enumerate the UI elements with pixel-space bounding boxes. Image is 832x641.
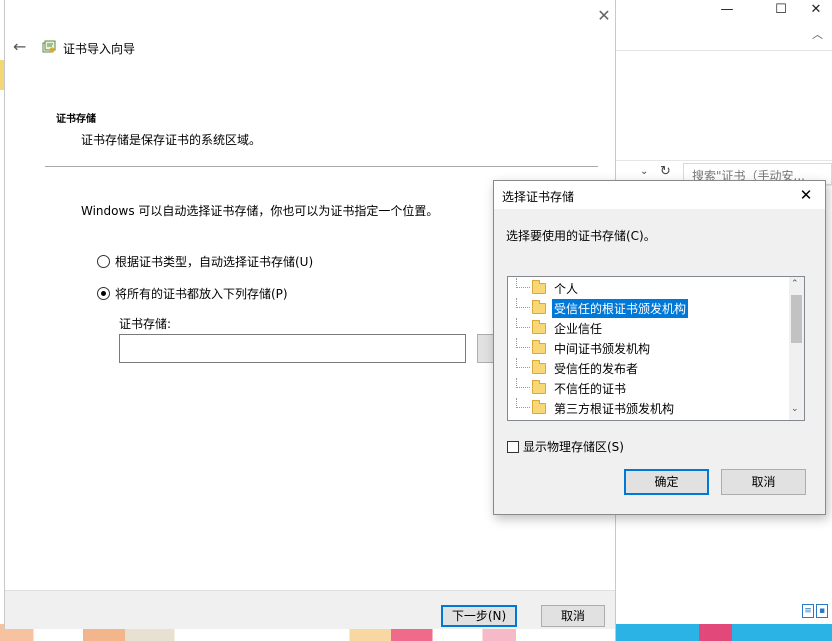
bg-view-toggle: ≡ ▪ xyxy=(802,604,832,624)
tree-item[interactable]: 第三方根证书颁发机构 xyxy=(516,398,676,418)
dialog-close-button[interactable]: ✕ xyxy=(794,185,818,205)
header-divider xyxy=(45,166,598,167)
bg-minimize-button[interactable]: — xyxy=(704,0,750,18)
details-view-icon[interactable]: ≡ xyxy=(802,604,814,618)
next-button[interactable]: 下一步(N) xyxy=(441,605,517,627)
bg-close-button[interactable]: ✕ xyxy=(800,0,832,18)
folder-icon xyxy=(532,339,546,354)
radio-auto-select[interactable]: 根据证书类型，自动选择证书存储(U) xyxy=(97,253,313,270)
tree-connector xyxy=(516,398,530,408)
ok-button[interactable]: 确定 xyxy=(624,469,709,495)
dialog-titlebar: 选择证书存储 ✕ xyxy=(494,181,825,209)
tree-item[interactable]: 个人 xyxy=(516,278,580,298)
radio-manual-indicator[interactable] xyxy=(97,287,110,300)
wizard-close-button[interactable]: ✕ xyxy=(593,6,615,26)
select-store-dialog: 选择证书存储 ✕ 选择要使用的证书存储(C)。 个人 受信任的根证书颁发机构企业信… xyxy=(493,180,826,515)
dialog-title: 选择证书存储 xyxy=(502,190,575,204)
tree-item[interactable]: 受信任的根证书颁发机构 xyxy=(516,297,690,319)
intro-text: Windows 可以自动选择证书存储，你也可以为证书指定一个位置。 xyxy=(81,204,439,218)
tree-item-label: 个人 xyxy=(554,281,579,296)
folder-icon xyxy=(532,399,546,414)
scroll-down-icon[interactable]: ⌄ xyxy=(791,404,799,414)
tree-scrollbar[interactable]: ⌃ ⌄ xyxy=(789,277,804,420)
tree-item-label: 受信任的发布者 xyxy=(554,361,639,376)
tree-item[interactable]: 受信任的发布者 xyxy=(516,358,640,378)
tree-item-label: 第三方根证书颁发机构 xyxy=(554,401,675,416)
folder-icon xyxy=(532,299,546,314)
show-physical-label: 显示物理存储区(S) xyxy=(523,440,624,454)
scroll-thumb[interactable] xyxy=(791,295,802,343)
bg-ribbon-expand-icon[interactable]: ︿ xyxy=(812,26,823,42)
tree-item-label: 受信任的根证书颁发机构 xyxy=(550,297,690,319)
radio-manual-label: 将所有的证书都放入下列存储(P) xyxy=(115,287,288,301)
tree-connector xyxy=(516,338,530,348)
tree-connector xyxy=(516,318,530,328)
store-tree[interactable]: 个人 受信任的根证书颁发机构企业信任中间证书颁发机构 受信任的发布者 不信任的证书第三… xyxy=(507,276,805,421)
folder-icon xyxy=(532,319,546,334)
radio-manual-select[interactable]: 将所有的证书都放入下列存储(P) xyxy=(97,285,288,302)
wizard-footer: 下一步(N) 取消 xyxy=(5,590,615,629)
tree-item[interactable]: 中间证书颁发机构 xyxy=(516,338,652,358)
back-arrow-icon[interactable]: ← xyxy=(13,37,26,56)
bg-refresh-icon[interactable]: ↻ xyxy=(660,164,671,179)
tree-item-label: 中间证书颁发机构 xyxy=(554,341,651,356)
radio-auto-label: 根据证书类型，自动选择证书存储(U) xyxy=(115,255,314,269)
show-physical-box[interactable] xyxy=(507,440,519,453)
certificate-icon xyxy=(41,39,57,55)
tree-connector xyxy=(516,298,530,308)
dialog-prompt: 选择要使用的证书存储(C)。 xyxy=(506,229,656,243)
tiles-view-icon[interactable]: ▪ xyxy=(816,604,828,618)
tree-connector xyxy=(516,358,530,368)
dialog-cancel-button[interactable]: 取消 xyxy=(721,469,806,495)
scroll-up-icon[interactable]: ⌃ xyxy=(791,279,799,289)
folder-icon xyxy=(532,279,546,294)
wizard-title: 证书导入向导 xyxy=(63,42,136,56)
section-title: 证书存储 xyxy=(56,114,96,125)
store-input[interactable] xyxy=(119,334,466,363)
tree-item[interactable]: 不信任的证书 xyxy=(516,378,628,398)
folder-icon xyxy=(532,359,546,374)
tree-item[interactable]: 企业信任 xyxy=(516,318,604,338)
show-physical-checkbox[interactable]: 显示物理存储区(S) xyxy=(507,438,624,455)
radio-auto-indicator[interactable] xyxy=(97,255,110,268)
bg-ribbon-divider xyxy=(616,50,832,51)
tree-connector xyxy=(516,278,530,288)
bg-address-dropdown-icon[interactable]: ⌄ xyxy=(640,166,648,177)
section-description: 证书存储是保存证书的系统区域。 xyxy=(81,133,262,147)
tree-item-label: 不信任的证书 xyxy=(554,381,627,396)
tree-item-label: 企业信任 xyxy=(554,321,603,336)
bg-maximize-button[interactable]: ☐ xyxy=(758,0,804,18)
store-label: 证书存储: xyxy=(119,317,172,331)
tree-connector xyxy=(516,378,530,388)
folder-icon xyxy=(532,379,546,394)
cancel-button[interactable]: 取消 xyxy=(541,605,605,627)
